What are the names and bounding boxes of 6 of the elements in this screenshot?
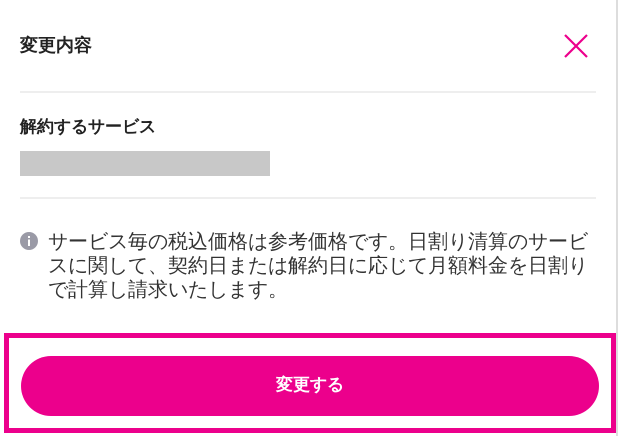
panel-title: 変更内容 xyxy=(20,34,92,58)
close-icon[interactable] xyxy=(562,32,590,60)
change-button[interactable]: 変更する xyxy=(21,356,599,416)
info-icon xyxy=(20,232,38,250)
info-note: サービス毎の税込価格は参考価格です。日割り清算のサービスに関して、契約日または解約日に応じて月額料金を日割りで計算し請求いたします。 xyxy=(48,229,589,301)
section-label: 解約するサービス xyxy=(20,116,157,139)
